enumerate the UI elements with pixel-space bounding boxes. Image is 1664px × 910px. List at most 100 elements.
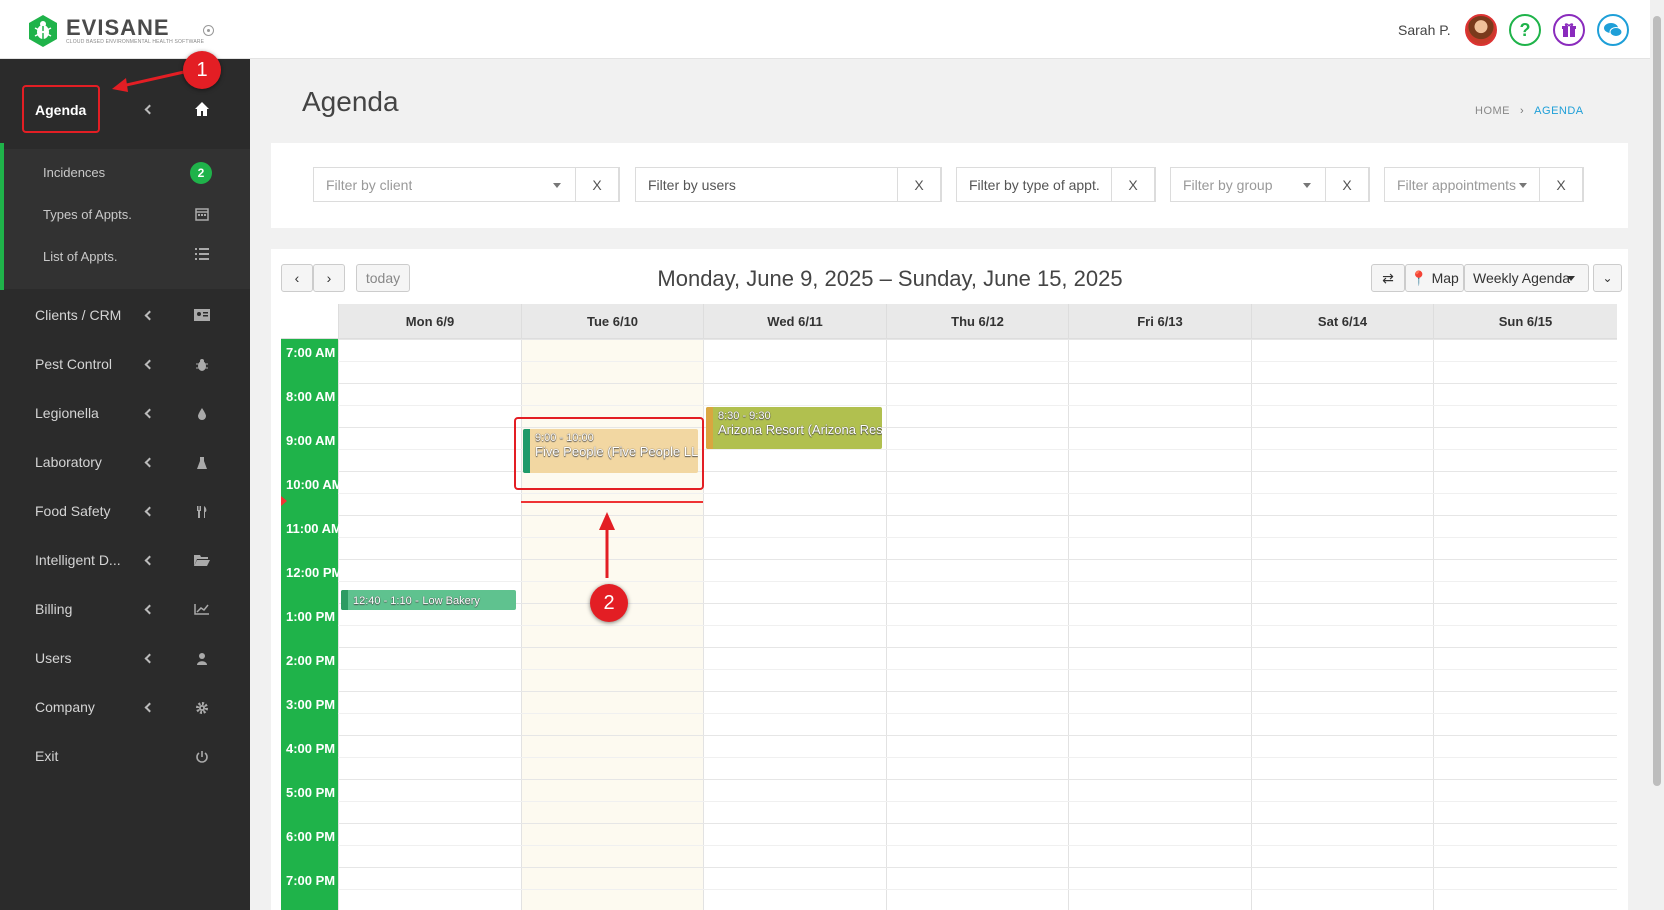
avatar[interactable]: [1465, 14, 1497, 46]
sidebar-item-pest-control[interactable]: Pest Control: [0, 345, 250, 385]
sidebar-item-label: Exit: [35, 748, 59, 764]
dropdown-caret-icon: [1567, 276, 1575, 281]
sidebar: Agenda Incidences 2 Types of Appts. List…: [0, 59, 250, 910]
user-icon: [194, 652, 210, 666]
map-button[interactable]: 📍 Map: [1405, 264, 1464, 292]
hour-label: 10:00 AM: [286, 477, 343, 492]
next-week-button[interactable]: ›: [313, 264, 345, 292]
event-title: Arizona Resort (Arizona Resort): [718, 422, 882, 437]
clear-group-filter-button[interactable]: X: [1325, 167, 1369, 202]
half-hour-line: [338, 361, 1617, 362]
sidebar-item-incidences[interactable]: Incidences: [43, 165, 105, 180]
sidebar-item-legionella[interactable]: Legionella: [0, 394, 250, 434]
hour-label: 6:00 PM: [286, 829, 336, 844]
day-header: Tue 6/10: [521, 304, 703, 339]
expand-button[interactable]: ⌄: [1593, 264, 1622, 292]
annotation-arrow-1-icon: [112, 70, 185, 92]
sidebar-item-label: Intelligent D...: [35, 552, 121, 568]
half-hour-line: [338, 581, 1617, 582]
hour-label: 3:00 PM: [286, 697, 336, 712]
page-scrollbar[interactable]: [1650, 0, 1664, 910]
event-separator: -: [411, 593, 423, 607]
hour-label: 12:00 PM: [286, 565, 343, 580]
group-filter-placeholder: Filter by group: [1183, 177, 1273, 193]
day-header: Sun 6/15: [1433, 304, 1617, 339]
half-hour-line: [338, 537, 1617, 538]
brand-logo[interactable]: EVISANE CLOUD BASED ENVIRONMENTAL HEALTH…: [28, 14, 204, 48]
prev-week-button[interactable]: ‹: [281, 264, 313, 292]
hour-line: [338, 779, 1617, 780]
swap-arrows-icon: ⇄: [1382, 269, 1394, 286]
hour-label: 11:00 AM: [286, 521, 342, 536]
appt-type-filter[interactable]: Filter by type of appt. X: [956, 167, 1156, 202]
clear-client-filter-button[interactable]: X: [575, 167, 619, 202]
hour-line: [338, 515, 1617, 516]
folder-icon: [194, 554, 210, 568]
brand-name: EVISANE: [66, 15, 170, 40]
home-icon[interactable]: [194, 101, 210, 117]
clear-appt-type-filter-button[interactable]: X: [1111, 167, 1155, 202]
sidebar-item-label: Clients / CRM: [35, 307, 122, 323]
hour-line: [338, 383, 1617, 384]
appointments-filter[interactable]: Filter appointments X: [1384, 167, 1584, 202]
users-filter[interactable]: Filter by users X: [635, 167, 942, 202]
dropdown-caret-icon: [1303, 183, 1311, 188]
sidebar-item-list-of-appts[interactable]: List of Appts.: [43, 249, 117, 264]
sidebar-item-label: Users: [35, 650, 72, 666]
sidebar-item-clients-crm[interactable]: Clients / CRM: [0, 296, 250, 336]
event-low-bakery[interactable]: 12:40 - 1:10 - Low Bakery: [341, 590, 516, 610]
gift-icon[interactable]: [1553, 14, 1585, 46]
clear-appointments-filter-button[interactable]: X: [1539, 167, 1583, 202]
sidebar-item-billing[interactable]: Billing: [0, 590, 250, 630]
hour-line: [338, 735, 1617, 736]
sidebar-item-label: Laboratory: [35, 454, 102, 470]
client-filter[interactable]: Filter by client X: [313, 167, 620, 202]
chevron-left-icon: [144, 555, 155, 566]
hour-line: [338, 867, 1617, 868]
dropdown-caret-icon: [553, 183, 561, 188]
help-icon[interactable]: ?: [1509, 14, 1541, 46]
logo-bug-icon: [28, 14, 58, 48]
filter-panel: Filter by client X Filter by users X Fil…: [271, 143, 1628, 228]
user-name[interactable]: Sarah P.: [1398, 22, 1451, 38]
sidebar-item-food-safety[interactable]: Food Safety: [0, 492, 250, 532]
hour-label: 4:00 PM: [286, 741, 336, 756]
hour-label: 2:00 PM: [286, 653, 336, 668]
group-filter[interactable]: Filter by group X: [1170, 167, 1370, 202]
sidebar-item-label: Pest Control: [35, 356, 113, 372]
chevron-left-icon: [144, 457, 155, 468]
sidebar-item-label: Legionella: [35, 405, 99, 421]
breadcrumb-home[interactable]: HOME: [1475, 105, 1510, 117]
list-icon: [194, 247, 210, 261]
brand-tagline: CLOUD BASED ENVIRONMENTAL HEALTH SOFTWAR…: [66, 39, 205, 45]
sidebar-item-intelligent-d[interactable]: Intelligent D...: [0, 541, 250, 581]
today-button[interactable]: today: [356, 264, 410, 292]
power-icon: [194, 750, 210, 764]
breadcrumb: HOME › AGENDA: [1475, 105, 1584, 117]
drop-icon: [194, 407, 210, 421]
hour-label: 5:00 PM: [286, 785, 336, 800]
map-pin-icon: 📍: [1410, 269, 1428, 286]
swap-view-button[interactable]: ⇄: [1371, 264, 1405, 292]
sidebar-item-users[interactable]: Users: [0, 639, 250, 679]
hour-label: 9:00 AM: [286, 433, 336, 448]
event-arizona-resort[interactable]: 8:30 - 9:30 Arizona Resort (Arizona Reso…: [706, 407, 882, 449]
sidebar-item-types-of-appts[interactable]: Types of Appts.: [43, 207, 132, 222]
half-hour-line: [338, 889, 1617, 890]
half-hour-line: [338, 801, 1617, 802]
sidebar-toggle-icon[interactable]: [203, 25, 214, 36]
scrollbar-thumb[interactable]: [1653, 16, 1661, 786]
view-select[interactable]: Weekly Agenda: [1464, 264, 1589, 292]
chat-icon[interactable]: [1597, 14, 1629, 46]
hour-label: 7:00 AM: [286, 345, 336, 360]
event-time: 12:40 - 1:10: [353, 595, 412, 607]
chevron-left-icon: [144, 506, 155, 517]
sidebar-item-exit[interactable]: Exit: [0, 737, 250, 777]
clear-users-filter-button[interactable]: X: [897, 167, 941, 202]
sidebar-item-laboratory[interactable]: Laboratory: [0, 443, 250, 483]
half-hour-line: [338, 757, 1617, 758]
sidebar-item-company[interactable]: Company: [0, 688, 250, 728]
hour-line: [338, 691, 1617, 692]
event-time: 8:30 - 9:30: [718, 410, 771, 422]
half-hour-line: [338, 405, 1617, 406]
